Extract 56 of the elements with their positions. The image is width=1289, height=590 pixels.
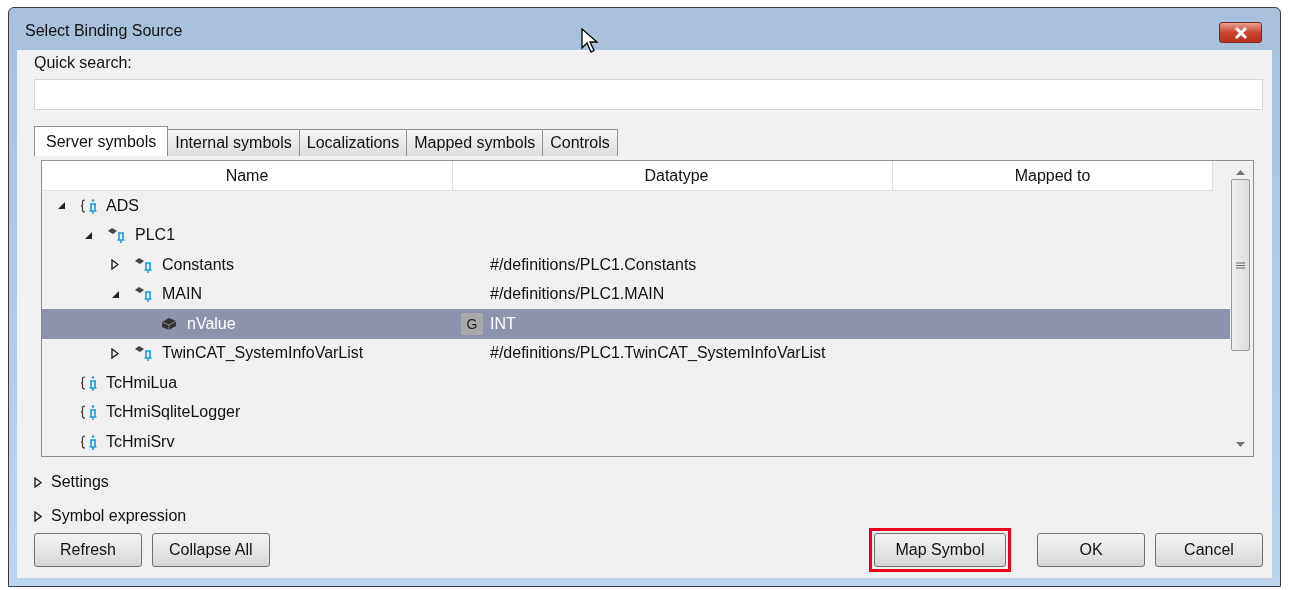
datatype-text: #/definitions/PLC1.MAIN [490, 285, 665, 304]
column-header[interactable]: Name [42, 161, 453, 190]
symbol-name: Constants [162, 255, 235, 274]
symbol-name: MAIN [162, 285, 202, 304]
tree-row[interactable]: TcHmiSqliteLogger [42, 397, 1230, 427]
expand-triangle-icon [34, 510, 42, 522]
brace-pin-icon [80, 197, 100, 214]
scroll-down-icon[interactable] [1236, 442, 1245, 448]
column-header[interactable]: Datatype [453, 161, 893, 190]
tree-row[interactable]: MAIN #/definitions/PLC1.MAIN [42, 279, 1230, 309]
datatype-text: #/definitions/PLC1.Constants [490, 255, 697, 274]
grip-icon [1236, 261, 1245, 269]
datatype-text: INT [490, 314, 516, 333]
tree-row[interactable]: Constants #/definitions/PLC1.Constants [42, 250, 1230, 280]
expand-triangle-icon [34, 476, 42, 488]
symbol-name: ADS [106, 196, 139, 215]
column-header[interactable]: Mapped to [893, 161, 1213, 190]
tab[interactable]: Mapped symbols [406, 129, 544, 156]
symbol-name: TwinCAT_SystemInfoVarList [162, 344, 364, 363]
section-toggle[interactable]: Settings [34, 465, 109, 499]
symbol-badge: G [461, 312, 483, 335]
tree-row[interactable]: nValue G INT [42, 309, 1230, 339]
tab[interactable]: Server symbols [34, 126, 169, 156]
symbol-name: nValue [187, 314, 236, 333]
push-button[interactable]: Cancel [1155, 533, 1263, 567]
tree-row[interactable]: TwinCAT_SystemInfoVarList #/definitions/PLC1.TwinCAT_SystemInfoVarList [42, 338, 1230, 368]
mouse-cursor-icon [581, 28, 599, 54]
brace-pin-icon [80, 404, 100, 421]
scroll-up-icon[interactable] [1236, 169, 1245, 175]
search-field[interactable] [34, 79, 1263, 110]
push-button[interactable]: OK [1037, 533, 1145, 567]
datatype-text: #/definitions/PLC1.TwinCAT_SystemInfoVarList [490, 344, 826, 363]
symbol-name: TcHmiSqliteLogger [106, 403, 241, 422]
search-label: Quick search: [34, 53, 133, 73]
tree-row[interactable]: TcHmiLua [42, 368, 1230, 398]
push-button[interactable]: Collapse All [152, 533, 270, 567]
symbol-name: PLC1 [135, 226, 176, 245]
tab[interactable]: Internal symbols [167, 129, 300, 156]
expand-triangle-icon[interactable] [108, 347, 122, 359]
symbol-name: TcHmiSrv [106, 432, 175, 451]
scroll-thumb[interactable] [1231, 179, 1250, 351]
expand-triangle-icon[interactable] [108, 259, 122, 271]
tree-row[interactable]: ADS [42, 191, 1230, 221]
tree-row[interactable]: PLC1 [42, 220, 1230, 250]
window-title: Select Binding Source [24, 21, 183, 40]
symbol-name: TcHmiLua [106, 373, 178, 392]
close-button[interactable] [1219, 22, 1262, 43]
tree-row[interactable]: TcHmiSrv [42, 427, 1230, 456]
cube-icon [161, 316, 177, 331]
tab[interactable]: Localizations [298, 129, 408, 156]
push-button[interactable]: Map Symbol [874, 533, 1006, 567]
tab[interactable]: Controls [542, 129, 618, 156]
section-toggle[interactable]: Symbol expression [34, 499, 187, 533]
push-button[interactable]: Refresh [34, 533, 142, 567]
brace-pin-icon [80, 374, 100, 391]
brace-pin-icon [80, 433, 100, 450]
